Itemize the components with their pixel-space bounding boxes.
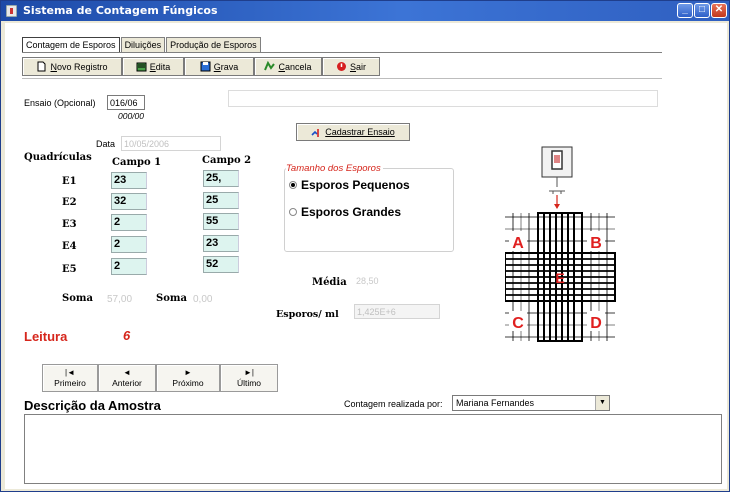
row-label-e2: E2	[62, 197, 77, 208]
sair-button[interactable]: Sair	[322, 57, 380, 76]
save-icon	[200, 61, 211, 72]
register-icon	[311, 128, 320, 137]
soma1-label: Soma	[62, 293, 93, 304]
previous-record-icon: ◄	[123, 368, 131, 377]
tab-divider	[22, 52, 662, 53]
data-input[interactable]: 10/05/2006	[121, 136, 221, 151]
radio-selected-icon	[289, 181, 297, 189]
campo2-e4-input[interactable]: 23	[203, 235, 239, 252]
soma2-value: 0,00	[193, 294, 213, 305]
cancela-label: ancela	[284, 61, 312, 72]
maximize-button[interactable]: □	[694, 3, 710, 18]
minimize-button[interactable]: _	[677, 3, 693, 18]
close-button[interactable]: ✕	[711, 3, 727, 18]
row-label-e5: E5	[62, 264, 77, 275]
campo1-e2-input[interactable]: 32	[111, 193, 147, 210]
toolbar: Novo Registro Edita Grava Cancela Sair	[22, 57, 380, 76]
esporos-ml-label: Esporos/ ml	[276, 309, 339, 320]
descricao-title: Descrição da Amostra	[24, 398, 161, 413]
contagem-value: Mariana Fernandes	[456, 398, 535, 408]
new-document-icon	[37, 61, 46, 72]
ultimo-button[interactable]: ►| Último	[220, 364, 278, 392]
first-record-icon: |◄	[65, 368, 75, 377]
esporos-ml-value: 1,425E+6	[354, 304, 440, 319]
campo1-e3-input[interactable]: 2	[111, 214, 147, 231]
grava-key: G	[213, 61, 221, 72]
ensaio-description-field[interactable]	[228, 90, 658, 107]
anterior-label: Anterior	[112, 378, 142, 388]
soma1-value: 57,00	[107, 294, 133, 305]
cancela-button[interactable]: Cancela	[254, 57, 322, 76]
contagem-label: Contagem realizada por:	[344, 399, 443, 409]
esporos-pequenos-radio[interactable]: Esporos Pequenos	[289, 178, 410, 192]
grava-label: rava	[220, 61, 239, 72]
tab-producao-de-esporos[interactable]: Produção de Esporos	[166, 37, 261, 52]
campo2-e3-input[interactable]: 55	[203, 213, 239, 230]
chevron-down-icon[interactable]: ▼	[595, 396, 609, 410]
diagram-label-c: C	[512, 315, 524, 332]
media-value: 28,50	[356, 276, 379, 286]
data-label: Data	[96, 139, 116, 149]
novo-label: ovo Registro	[56, 61, 108, 72]
diagram-label-e: E	[555, 270, 564, 286]
exit-icon	[336, 62, 346, 71]
media-label: Média	[312, 277, 347, 288]
ultimo-label: Último	[236, 378, 262, 388]
esporos-grandes-radio[interactable]: Esporos Grandes	[289, 205, 401, 219]
grava-button[interactable]: Grava	[184, 57, 254, 76]
descricao-textarea[interactable]	[24, 414, 722, 484]
primeiro-button[interactable]: |◄ Primeiro	[42, 364, 98, 392]
app-icon	[6, 5, 17, 17]
toolbar-divider	[22, 78, 662, 79]
row-label-e1: E1	[62, 176, 77, 187]
leitura-value: 6	[123, 328, 131, 343]
proximo-button[interactable]: ► Próximo	[156, 364, 220, 392]
edit-icon	[136, 62, 147, 72]
counting-chamber-diagram: A B E C D	[505, 146, 616, 342]
soma2-label: Soma	[156, 293, 187, 304]
sair-label: air	[356, 61, 367, 72]
campo2-e5-input[interactable]: 52	[203, 256, 239, 273]
tab-contagem-de-esporos[interactable]: Contagem de Esporos	[22, 37, 120, 52]
diagram-label-a: A	[512, 235, 524, 252]
cancel-icon	[264, 61, 276, 71]
campo1-e5-input[interactable]: 2	[111, 258, 147, 275]
anterior-button[interactable]: ◄ Anterior	[98, 364, 156, 392]
esporos-pequenos-label: Esporos Pequenos	[301, 178, 410, 192]
radio-unselected-icon	[289, 208, 297, 216]
esporos-grandes-label: Esporos Grandes	[301, 205, 402, 219]
title-bar[interactable]: Sistema de Contagem Fúngicos _ □ ✕	[1, 1, 729, 21]
row-label-e3: E3	[62, 219, 77, 230]
campo1-label: Campo 1	[112, 157, 162, 168]
campo2-label: Campo 2	[202, 155, 252, 166]
campo1-e1-input[interactable]: 23	[111, 172, 147, 189]
proximo-label: Próximo	[172, 378, 204, 388]
ensaio-input[interactable]: 016/06	[107, 95, 145, 110]
diagram-label-b: B	[590, 235, 602, 252]
cadastrar-ensaio-button[interactable]: Cadastrar Ensaio	[296, 123, 410, 141]
novo-registro-button[interactable]: Novo Registro	[22, 57, 122, 76]
tab-diluicoes[interactable]: Diluições	[120, 37, 166, 52]
edita-button[interactable]: Edita	[122, 57, 184, 76]
tab-strip: Contagem de Esporos Diluições Produção d…	[22, 37, 262, 52]
contagem-select[interactable]: Mariana Fernandes ▼	[452, 395, 610, 411]
row-label-e4: E4	[62, 241, 77, 252]
diagram-label-d: D	[590, 315, 602, 332]
leitura-label: Leitura	[24, 329, 68, 344]
window-title: Sistema de Contagem Fúngicos	[23, 4, 218, 17]
cadastrar-ensaio-label: Cadastrar Ensaio	[325, 127, 395, 137]
primeiro-label: Primeiro	[54, 378, 86, 388]
edita-label: dita	[155, 61, 171, 72]
next-record-icon: ►	[184, 368, 192, 377]
tamanho-title: Tamanho dos Esporos	[286, 163, 383, 174]
campo2-e2-input[interactable]: 25	[203, 192, 239, 209]
ensaio-label: Ensaio (Opcional)	[24, 98, 96, 108]
campo1-e4-input[interactable]: 2	[111, 236, 147, 253]
quadriculas-label: Quadrículas	[24, 152, 92, 163]
campo2-e1-input[interactable]: 25,	[203, 170, 239, 187]
ensaio-format-hint: 000/00	[118, 111, 144, 121]
last-record-icon: ►|	[244, 368, 254, 377]
